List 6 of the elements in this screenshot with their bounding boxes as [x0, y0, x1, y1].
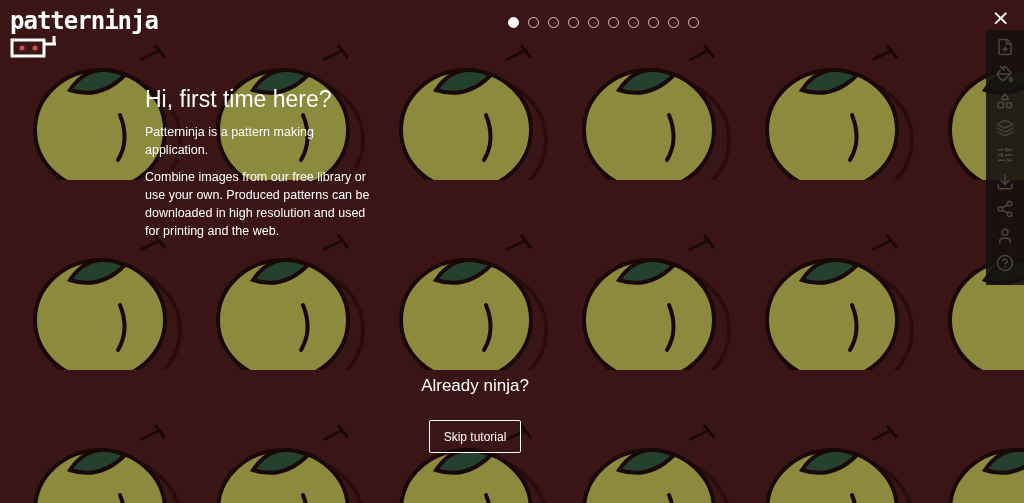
sliders-icon[interactable] — [996, 146, 1014, 164]
close-button[interactable]: × — [989, 8, 1012, 28]
logo-text[interactable]: patterninja — [10, 8, 158, 34]
skip-tutorial-button[interactable]: Skip tutorial — [428, 420, 522, 453]
logo-box-icon — [10, 34, 58, 58]
skip-heading: Already ninja? — [421, 376, 529, 396]
